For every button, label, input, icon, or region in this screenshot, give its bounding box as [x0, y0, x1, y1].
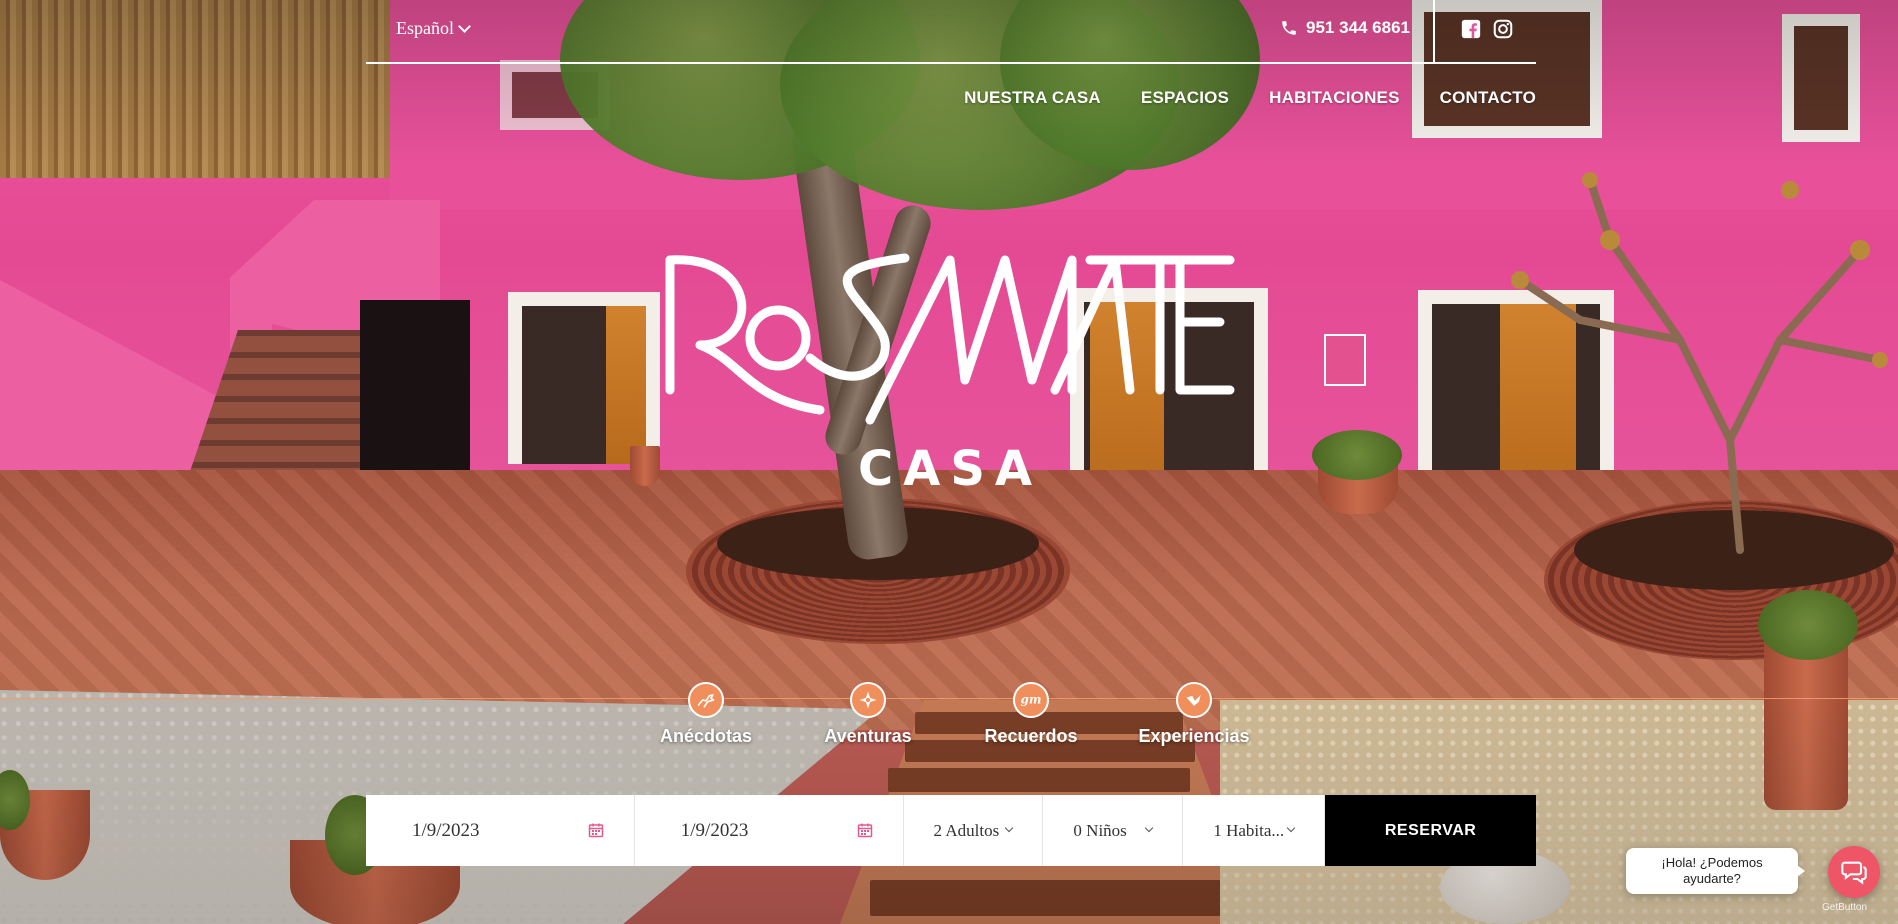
feature-label: Experiencias: [1138, 726, 1250, 746]
adults-value: 2 Adultos: [933, 820, 1000, 840]
logo-subtitle: CASA: [858, 441, 1042, 497]
chat-greeting[interactable]: ¡Hola! ¿Podemos ayudarte?: [1626, 848, 1805, 894]
nav-nuestra-casa[interactable]: NUESTRA CASA: [964, 88, 1101, 108]
nav-habitaciones[interactable]: HABITACIONES: [1269, 88, 1400, 108]
feature-recuerdos[interactable]: gm Recuerdos: [951, 682, 1111, 747]
chat-greeting-line1: ¡Hola! ¿Podemos: [1661, 854, 1763, 870]
feature-aventuras[interactable]: Aventuras: [788, 682, 948, 747]
feature-anecdotas[interactable]: Anécdotas: [626, 682, 786, 747]
nav-contacto[interactable]: CONTACTO: [1440, 88, 1536, 108]
chevron-down-icon: [1286, 823, 1296, 833]
compass-icon: [850, 682, 886, 718]
chevron-down-icon: [458, 20, 471, 33]
rosamate-logo: CASA: [665, 253, 1235, 497]
rooms-value: 1 Habita...: [1213, 820, 1285, 840]
check-out-field[interactable]: 1/9/2023: [635, 795, 904, 866]
booking-bar: 1/9/2023 1/9/2023 2 Adultos 0 Niños 1 Ha…: [366, 795, 1536, 866]
nav-espacios[interactable]: ESPACIOS: [1141, 88, 1229, 108]
feature-experiencias[interactable]: Experiencias: [1114, 682, 1274, 747]
children-value: 0 Niños: [1073, 820, 1127, 840]
adults-select[interactable]: 2 Adultos: [904, 795, 1044, 866]
feature-strip-line: [0, 698, 1898, 699]
chat-greeting-line2: ayudarte?: [1683, 871, 1741, 886]
main-nav: NUESTRA CASA ESPACIOS HABITACIONES CONTA…: [964, 88, 1536, 108]
calendar-icon: [588, 823, 604, 838]
language-selector[interactable]: Español: [396, 18, 471, 39]
chat-button[interactable]: [1828, 846, 1880, 898]
getbutton-credit[interactable]: GetButton: [1822, 902, 1867, 913]
feature-label: Anécdotas: [659, 726, 753, 746]
top-bar: Español 951 344 6861: [366, 0, 1536, 64]
rooms-select[interactable]: 1 Habita...: [1183, 795, 1326, 866]
phone-icon: [1282, 21, 1296, 35]
facebook-icon[interactable]: [1460, 18, 1482, 40]
check-in-field[interactable]: 1/9/2023: [366, 795, 635, 866]
svg-text:gm: gm: [1021, 693, 1042, 707]
chevron-down-icon: [1145, 823, 1154, 833]
language-label: Español: [396, 18, 454, 38]
check-in-value: 1/9/2023: [412, 819, 480, 841]
gm-monogram-icon: gm: [1013, 682, 1049, 718]
chat-bubbles-icon: [1841, 861, 1867, 885]
chevron-down-icon: [1005, 823, 1014, 833]
children-select[interactable]: 0 Niños: [1043, 795, 1184, 866]
feature-label: Aventuras: [824, 726, 912, 746]
feature-label: Recuerdos: [984, 726, 1078, 746]
calendar-icon: [857, 823, 872, 838]
check-out-value: 1/9/2023: [680, 819, 749, 841]
bird-icon: [1176, 682, 1212, 718]
reserve-button[interactable]: RESERVAR: [1325, 795, 1536, 866]
divider: [1433, 0, 1435, 62]
instagram-icon[interactable]: [1492, 18, 1514, 40]
phone-number: 951 344 6861: [1306, 18, 1410, 37]
horse-icon: [688, 682, 724, 718]
phone-link[interactable]: 951 344 6861: [1280, 18, 1410, 38]
